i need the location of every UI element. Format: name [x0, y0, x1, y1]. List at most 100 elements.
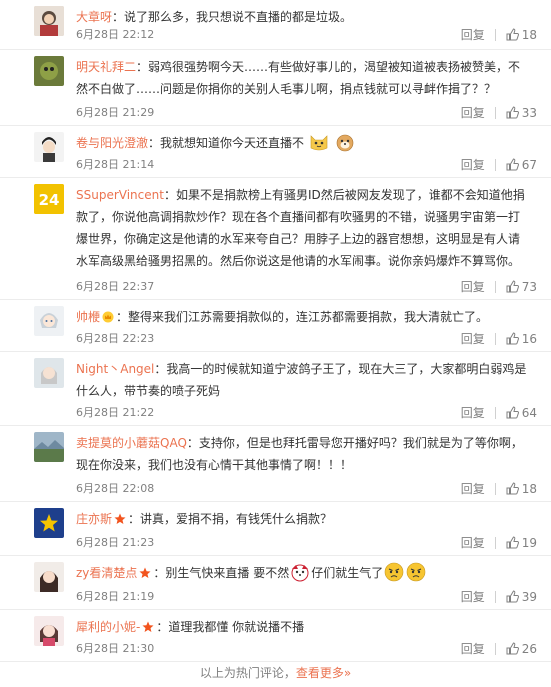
username-link[interactable]: Night丶Angel [76, 362, 154, 376]
avatar[interactable] [34, 616, 64, 646]
comment-actions: 回复 67 [461, 156, 537, 173]
like-button[interactable]: 26 [506, 642, 537, 656]
comment-date: 6月28日 21:22 [76, 406, 155, 419]
comment-item: 犀利的小妮- ：道理我都懂 你就说播不播 6月28日 21:30 回复 26 [0, 610, 551, 662]
see-more-link[interactable]: 查看更多 [296, 666, 344, 680]
thumbs-up-icon [506, 28, 519, 41]
comment-body: ：别生气快来直播 要不然 [153, 566, 290, 580]
username-link[interactable]: 卷与阳光澄澈 [76, 136, 148, 150]
username-link[interactable]: zy看清楚点 [76, 566, 137, 580]
comment-date: 6月28日 21:19 [76, 590, 155, 603]
like-button[interactable]: 18 [506, 28, 537, 42]
username-link[interactable]: 卖提莫的小蘑菇QAQ [76, 436, 187, 450]
like-button[interactable]: 39 [506, 590, 537, 604]
action-divider [494, 332, 496, 345]
comment-body: ：我就想知道你今天还直播不 [148, 136, 305, 150]
star-badge-icon [139, 567, 151, 578]
thumbs-up-icon [506, 106, 519, 119]
thumbs-up-icon [506, 482, 519, 495]
dog-face-emoji-icon [291, 564, 309, 582]
comment-text: 卷与阳光澄澈：我就想知道你今天还直播不 [76, 132, 531, 154]
comment-item: 卖提莫的小蘑菇QAQ：支持你，但是也拜托雷导您开播好吗？我们就是为了等你啊，现在… [0, 426, 551, 502]
avatar[interactable] [34, 432, 64, 462]
reply-button[interactable]: 回复 [461, 404, 485, 421]
thumbs-up-icon [506, 642, 519, 655]
avatar[interactable] [34, 562, 64, 592]
comment-body-end: 仔们就生气了 [311, 566, 384, 580]
like-button[interactable]: 33 [506, 106, 537, 120]
star-badge-icon [114, 513, 126, 524]
comment-actions: 回复 18 [461, 26, 537, 43]
username-link[interactable]: 大章呀 [76, 10, 112, 24]
reply-button[interactable]: 回复 [461, 480, 485, 497]
reply-button[interactable]: 回复 [461, 156, 485, 173]
like-count: 73 [521, 279, 537, 294]
comment-item: Night丶Angel：我高一的时候就知道宁波鸽子王了，现在大三了，大家都明白弱… [0, 352, 551, 426]
comment-list: 大章呀：说了那么多，我只想说不直播的都是垃圾。 6月28日 22:12 回复 1… [0, 0, 551, 687]
like-button[interactable]: 67 [506, 158, 537, 172]
avatar[interactable]: 24 [34, 184, 64, 214]
comment-date: 6月28日 22:12 [76, 28, 155, 41]
like-button[interactable]: 16 [506, 332, 537, 346]
hot-comments-footer: 以上为热门评论，查看更多» [0, 662, 551, 684]
like-button[interactable]: 19 [506, 536, 537, 550]
like-count: 33 [521, 105, 537, 120]
reply-button[interactable]: 回复 [461, 26, 485, 43]
comment-text: zy看清楚点 ：别生气快来直播 要不然 仔们就生气了 [76, 562, 531, 584]
dog-face-emoji-icon [336, 134, 353, 152]
reply-button[interactable]: 回复 [461, 278, 485, 295]
comment-item: 卷与阳光澄澈：我就想知道你今天还直播不 6月28日 21:14 回复 67 [0, 126, 551, 178]
comment-text: 卖提莫的小蘑菇QAQ：支持你，但是也拜托雷导您开播好吗？我们就是为了等你啊，现在… [76, 432, 531, 476]
comment-actions: 回复 33 [461, 104, 537, 121]
footer-label: 以上为热门评论， [199, 666, 296, 680]
comment-text: Night丶Angel：我高一的时候就知道宁波鸽子王了，现在大三了，大家都明白弱… [76, 358, 531, 402]
avatar[interactable] [34, 132, 64, 162]
comment-text: 明天礼拜二：弱鸡很强势啊今天……有些做好事儿的，渴望被知道被表扬被赞美，不然不白… [76, 56, 531, 100]
comment-text: 庄亦斯 ：讲真，爱捐不捐，有钱凭什么捐款？ [76, 508, 531, 530]
like-button[interactable]: 64 [506, 406, 537, 420]
reply-button[interactable]: 回复 [461, 640, 485, 657]
avatar[interactable] [34, 306, 64, 336]
like-count: 26 [521, 641, 537, 656]
comment-item: zy看清楚点 ：别生气快来直播 要不然 仔们就生气了 6月28日 21:19 回复 … [0, 556, 551, 610]
thumbs-up-icon [506, 590, 519, 603]
reply-button[interactable]: 回复 [461, 104, 485, 121]
angry-face-emoji-icon [384, 562, 404, 582]
comment-body: ：道理我都懂 你就说播不播 [156, 620, 305, 634]
double-chevron-icon[interactable]: » [344, 666, 351, 680]
comment-body: ：整得来我们江苏需要捐款似的，连江苏都需要捐款，我大清就亡了。 [116, 310, 489, 324]
comment-item: 大章呀：说了那么多，我只想说不直播的都是垃圾。 6月28日 22:12 回复 1… [0, 0, 551, 50]
reply-button[interactable]: 回复 [461, 588, 485, 605]
action-divider [494, 536, 496, 549]
avatar[interactable] [34, 358, 64, 388]
username-link[interactable]: 犀利的小妮- [76, 620, 140, 634]
comment-actions: 回复 19 [461, 534, 537, 551]
username-link[interactable]: SSuperVincent [76, 188, 164, 202]
comment-actions: 回复 39 [461, 588, 537, 605]
comment-item: 24 SSuperVincent：如果不是捐款榜上有骚男ID然后被网友发现了，谁… [0, 178, 551, 300]
comment-text: SSuperVincent：如果不是捐款榜上有骚男ID然后被网友发现了，谁都不会… [76, 184, 531, 272]
comment-item: 庄亦斯 ：讲真，爱捐不捐，有钱凭什么捐款？ 6月28日 21:23 回复 19 [0, 502, 551, 556]
username-link[interactable]: 明天礼拜二 [76, 60, 136, 74]
comment-body: ：说了那么多，我只想说不直播的都是垃圾。 [112, 10, 353, 24]
like-button[interactable]: 73 [506, 280, 537, 294]
avatar[interactable] [34, 508, 64, 538]
avatar[interactable] [34, 6, 64, 36]
username-link[interactable]: 帅楩 [76, 310, 100, 324]
like-button[interactable]: 18 [506, 482, 537, 496]
comment-actions: 回复 64 [461, 404, 537, 421]
thumbs-up-icon [506, 332, 519, 345]
like-count: 18 [521, 481, 537, 496]
username-link[interactable]: 庄亦斯 [76, 512, 112, 526]
comment-date: 6月28日 22:37 [76, 280, 155, 293]
like-count: 19 [521, 535, 537, 550]
avatar[interactable] [34, 56, 64, 86]
reply-button[interactable]: 回复 [461, 534, 485, 551]
comment-text: 帅楩 ：整得来我们江苏需要捐款似的，连江苏都需要捐款，我大清就亡了。 [76, 306, 531, 328]
comment-actions: 回复 16 [461, 330, 537, 347]
action-divider [494, 106, 496, 119]
comment-date: 6月28日 21:30 [76, 642, 155, 655]
svg-text:24: 24 [39, 191, 60, 209]
cat-face-emoji-icon [310, 135, 328, 151]
reply-button[interactable]: 回复 [461, 330, 485, 347]
